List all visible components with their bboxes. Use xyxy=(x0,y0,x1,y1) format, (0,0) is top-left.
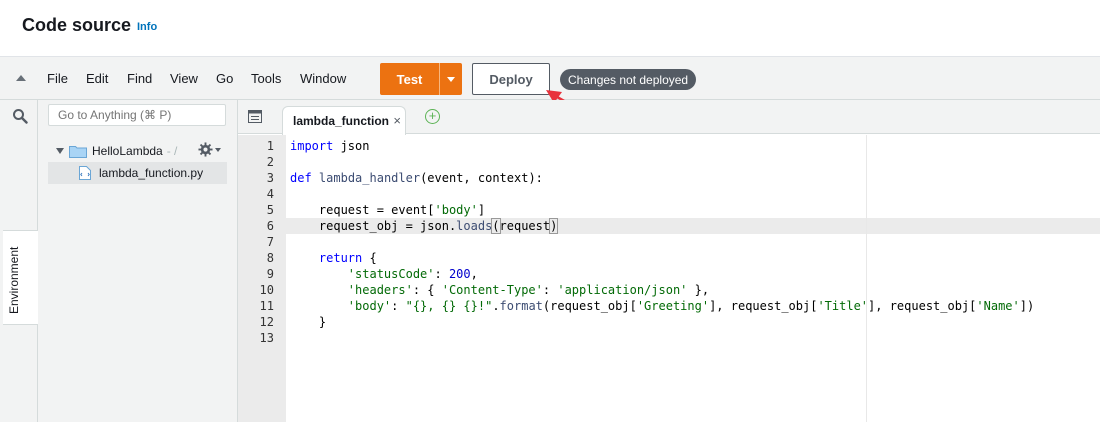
chevron-down-icon[interactable] xyxy=(56,148,64,154)
print-margin xyxy=(866,135,867,422)
code-line: request = event['body'] xyxy=(290,203,486,217)
add-tab-icon[interactable]: + xyxy=(425,109,440,124)
tree-settings-button[interactable] xyxy=(198,142,221,157)
code-line: def lambda_handler(event, context): xyxy=(290,171,543,185)
test-button[interactable]: Test xyxy=(380,63,440,95)
code-line: 'headers': { 'Content-Type': 'applicatio… xyxy=(347,283,710,297)
test-button-group: Test xyxy=(380,63,462,95)
side-tab-strip: Environment xyxy=(0,100,38,422)
line-number: 13 xyxy=(259,331,274,345)
gear-icon xyxy=(198,142,213,157)
menu-go[interactable]: Go xyxy=(216,71,233,86)
search-icon[interactable] xyxy=(12,108,28,124)
tab-list-icon[interactable] xyxy=(248,110,262,123)
tree-file-lambda-function[interactable]: lambda_function.py xyxy=(48,162,227,184)
info-link[interactable]: Info xyxy=(137,21,157,33)
line-number: 4 xyxy=(266,187,274,201)
line-number: 6 xyxy=(266,219,274,233)
deploy-button[interactable]: Deploy xyxy=(472,63,550,95)
tab-lambda-function[interactable]: lambda_function × xyxy=(282,106,406,135)
line-number: 11 xyxy=(259,299,274,313)
menu-edit[interactable]: Edit xyxy=(86,71,108,86)
status-badge: Changes not deployed xyxy=(560,69,697,90)
code-line: 'body': "{}, {} {}!".format(request_obj[… xyxy=(347,299,1035,313)
menu-tools[interactable]: Tools xyxy=(251,71,281,86)
goto-anything-input[interactable] xyxy=(48,104,226,126)
tab-label: lambda_function xyxy=(293,114,390,128)
code-line: return { xyxy=(318,251,377,265)
code-line: request_obj = json.loads(request) xyxy=(290,218,559,234)
close-icon[interactable]: × xyxy=(393,113,401,128)
python-file-icon xyxy=(79,166,91,180)
line-number: 12 xyxy=(259,315,274,329)
folder-name: HelloLambda xyxy=(92,144,163,158)
code-line: } xyxy=(290,315,327,329)
line-number: 8 xyxy=(266,251,274,265)
editor-tab-bar: lambda_function × + xyxy=(238,100,1100,135)
line-number: 2 xyxy=(266,155,274,169)
menu-find[interactable]: Find xyxy=(127,71,152,86)
line-number: 10 xyxy=(259,283,274,297)
folder-icon xyxy=(69,145,87,158)
file-tree-panel: HelloLambda - / lambda_function.py xyxy=(38,100,238,422)
chevron-down-icon xyxy=(447,76,455,82)
collapse-icon[interactable] xyxy=(16,75,26,81)
file-name: lambda_function.py xyxy=(99,166,204,180)
tree-folder-hellolambda[interactable]: HelloLambda - / xyxy=(56,144,177,158)
line-number: 1 xyxy=(266,139,274,153)
line-number: 3 xyxy=(266,171,274,185)
line-number: 9 xyxy=(266,267,274,281)
tab-environment[interactable]: Environment xyxy=(3,230,38,325)
menu-view[interactable]: View xyxy=(170,71,198,86)
menu-file[interactable]: File xyxy=(47,71,68,86)
page-title: Code source xyxy=(22,15,132,35)
line-number: 5 xyxy=(266,203,274,217)
code-line: 'statusCode': 200, xyxy=(347,267,478,281)
menu-window[interactable]: Window xyxy=(300,71,346,86)
code-line: import json xyxy=(290,139,370,153)
folder-path-suffix: - / xyxy=(166,144,178,158)
test-dropdown-button[interactable] xyxy=(440,63,462,95)
line-number: 7 xyxy=(266,235,274,249)
page-header: Code source Info xyxy=(0,0,1100,56)
tab-environment-label: Environment xyxy=(7,246,21,314)
chevron-down-icon xyxy=(215,147,221,152)
